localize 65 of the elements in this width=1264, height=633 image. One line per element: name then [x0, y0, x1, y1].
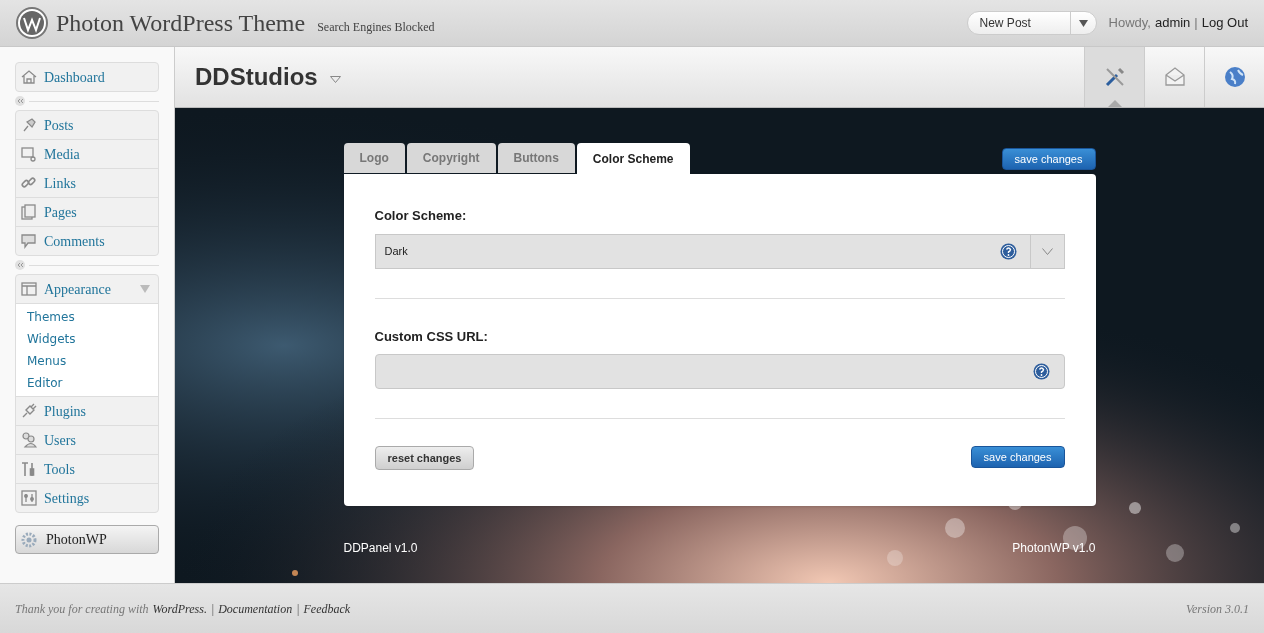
reset-changes-button[interactable]: reset changes — [374, 446, 475, 470]
tab[interactable]: Color Scheme — [576, 143, 690, 174]
help-icon[interactable] — [1032, 363, 1050, 380]
collapse-icon[interactable] — [15, 260, 25, 270]
menu-item[interactable]: Posts — [16, 114, 158, 136]
greeting-text: Howdy, — [1108, 14, 1151, 33]
photonwp-button[interactable]: PhotonWP — [15, 525, 159, 554]
help-icon[interactable] — [999, 242, 1017, 260]
site-title: Photon WordPress Theme — [56, 9, 306, 38]
submenu-item[interactable]: Themes — [16, 306, 158, 328]
tools-tab[interactable] — [1084, 47, 1144, 107]
speech-bubble-icon — [20, 232, 38, 250]
pages-icon — [20, 203, 38, 221]
expand-toggle-icon[interactable] — [140, 285, 150, 293]
submenu-item[interactable]: Editor — [16, 372, 158, 394]
menu-item[interactable]: Users — [16, 429, 158, 451]
dropdown-caret-icon — [1078, 19, 1088, 27]
dropdown-caret-icon[interactable] — [329, 75, 341, 83]
site-name[interactable]: DDStudios — [195, 59, 318, 95]
field-label: Color Scheme: — [374, 207, 468, 225]
field-label: Custom CSS URL: — [374, 327, 489, 346]
separator-text: | — [296, 600, 300, 618]
layout-icon — [20, 280, 38, 298]
separator-text: | — [210, 600, 215, 618]
submenu-item[interactable]: Widgets — [16, 328, 158, 350]
menu-item[interactable]: Appearance — [16, 278, 140, 300]
save-changes-button[interactable]: save changes — [1001, 148, 1096, 170]
documentation-link[interactable]: Documentation — [218, 599, 293, 618]
people-icon — [20, 431, 38, 449]
tab[interactable]: Copyright — [406, 143, 496, 173]
sliders-icon — [20, 489, 38, 507]
house-icon — [20, 68, 38, 86]
submenu-item[interactable]: Menus — [16, 350, 158, 372]
menu-item[interactable]: Settings — [16, 487, 158, 509]
wordpress-link[interactable]: WordPress. — [152, 599, 207, 618]
feedback-link[interactable]: Feedback — [303, 599, 351, 618]
menu-item[interactable]: Comments — [16, 230, 158, 252]
username-link[interactable]: admin — [1154, 13, 1191, 33]
tab[interactable]: Logo — [343, 143, 405, 173]
wordpress-logo-icon[interactable] — [16, 7, 48, 39]
credit-text: PhotonWP v1.0 — [1012, 540, 1096, 557]
separator-text: | — [1194, 14, 1198, 33]
globe-icon — [1223, 66, 1246, 88]
search-engines-note: Search Engines Blocked — [317, 19, 435, 36]
menu-item[interactable]: Tools — [16, 458, 158, 480]
menu-item[interactable]: Plugins — [16, 400, 158, 422]
photo-icon — [20, 145, 38, 163]
save-changes-button[interactable]: save changes — [970, 446, 1065, 468]
plug-icon — [20, 402, 38, 420]
active-pointer-icon — [1108, 100, 1122, 107]
css-url-field[interactable] — [374, 354, 1065, 389]
tab[interactable]: Buttons — [497, 143, 575, 173]
menu-item[interactable]: Links — [16, 172, 158, 194]
credit-text: DDPanel v1.0 — [343, 540, 418, 557]
menu-item[interactable]: Media — [16, 143, 158, 165]
menu-item[interactable]: Pages — [16, 201, 158, 223]
version-text: Version 3.0.1 — [1186, 600, 1249, 618]
collapse-icon[interactable] — [15, 96, 25, 106]
color-scheme-select[interactable]: Dark — [374, 233, 1065, 269]
logout-link[interactable]: Log Out — [1201, 13, 1248, 33]
footer-text: Thank you for creating with — [15, 600, 149, 618]
dropdown-caret-icon — [1041, 247, 1053, 255]
new-post-dropdown[interactable]: New Post — [966, 11, 1097, 35]
gear-icon — [20, 530, 38, 549]
envelope-icon — [1163, 66, 1186, 88]
